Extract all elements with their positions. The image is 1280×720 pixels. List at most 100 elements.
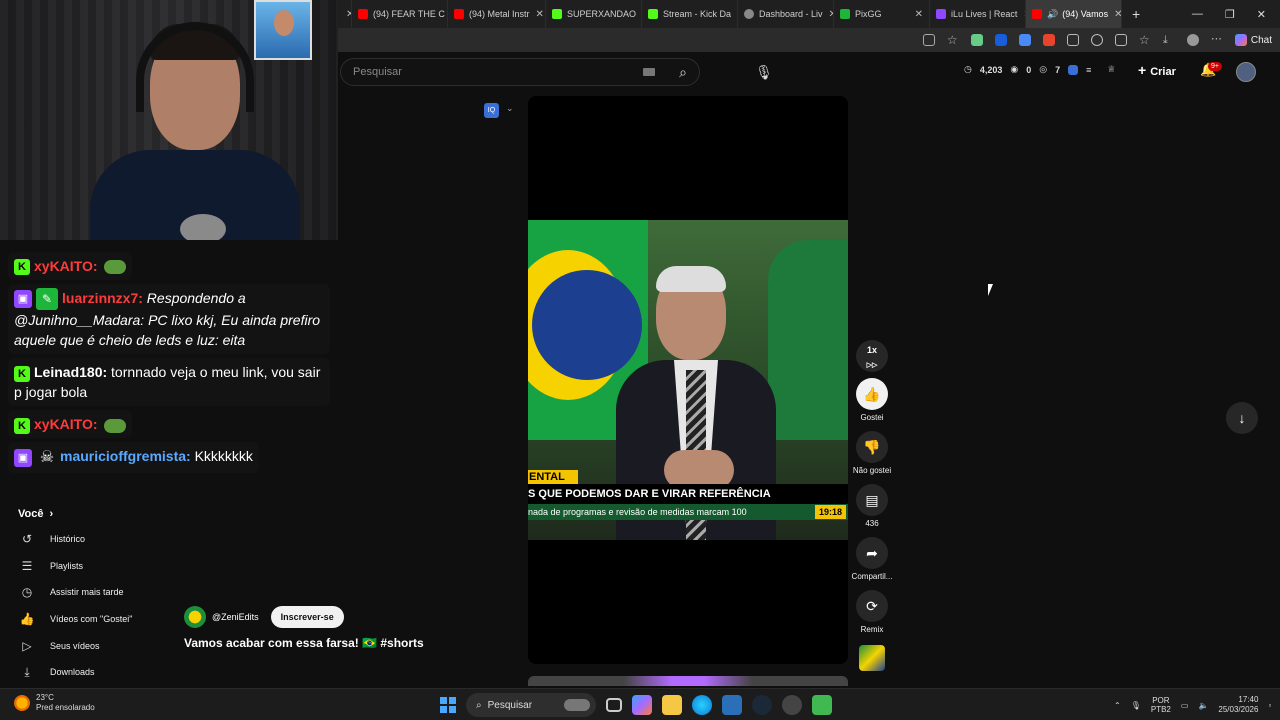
sound-thumbnail[interactable] (859, 645, 885, 671)
network-icon[interactable]: ▭ (1181, 701, 1189, 710)
system-tray: ⌃ 🎙 POR PTB2 ▭ 🔈 17:40 25/03/2026 ▫ (1114, 695, 1271, 715)
channel-avatar[interactable] (184, 606, 206, 628)
minimize-icon[interactable]: — (1192, 8, 1203, 21)
sidebar-item-liked[interactable]: 👍 Vídeos com "Gostei" (0, 606, 180, 633)
pepe-emote-icon (103, 418, 126, 433)
close-icon[interactable]: ✕ (909, 9, 923, 20)
channel-name[interactable]: @ZeniEdits (212, 612, 259, 622)
browser-tab-active[interactable]: 🔊 (94) Vamos ✕ (1026, 0, 1122, 28)
chat-message: KxyKAITO: (8, 410, 132, 439)
app-icon[interactable] (812, 695, 832, 715)
close-icon[interactable]: ✕ (530, 9, 544, 20)
weather-widget[interactable]: 23°C Pred ensolarado (14, 693, 95, 713)
next-short-preview[interactable] (528, 676, 848, 686)
create-button[interactable]: + Criar (1138, 62, 1176, 78)
account-avatar[interactable] (1236, 62, 1256, 82)
browser-tab[interactable]: Dashboard - Liv✕ (738, 0, 834, 28)
search-box[interactable]: Pesquisar ⌕ (340, 58, 700, 86)
voice-search-icon[interactable]: 🎙 (752, 60, 776, 84)
chevron-down-icon[interactable]: ⌄ (506, 103, 514, 114)
close-icon[interactable]: ✕ (823, 9, 833, 20)
wall-poster (254, 0, 312, 60)
browser-tab[interactable]: (94) FEAR THE C✕ (352, 0, 448, 28)
stream-chat-overlay: KxyKAITO: ▣ ✎ luarzinnzx7: Respondendo a @… (8, 252, 338, 477)
close-icon[interactable]: ✕ (1017, 9, 1025, 20)
restore-icon[interactable]: ❐ (1225, 8, 1235, 21)
puzzle-icon[interactable] (1066, 34, 1079, 46)
dislike-button[interactable]: 👎 (856, 431, 888, 463)
split-icon[interactable] (1114, 34, 1127, 46)
subscribe-button[interactable]: Inscrever-se (270, 606, 344, 628)
screen-share-icon[interactable] (922, 34, 935, 46)
like-icon: 👍 (19, 612, 35, 627)
star-icon[interactable]: ☆ (947, 34, 959, 46)
brazil-flag-right (768, 240, 848, 440)
close-icon[interactable]: ✕ (1108, 9, 1121, 20)
photos-icon[interactable] (722, 695, 742, 715)
like-label: Gostei (860, 413, 884, 422)
bitwarden-icon[interactable] (994, 34, 1007, 46)
close-window-icon[interactable]: ✕ (1257, 8, 1266, 21)
volume-icon[interactable]: 🔈 (1198, 701, 1208, 710)
remix-button[interactable]: ⟳ (856, 590, 888, 622)
speaker-icon: 🔊 (1047, 8, 1059, 19)
file-explorer-icon[interactable] (662, 695, 682, 715)
office-icon[interactable] (1042, 34, 1055, 46)
twitch-icon: ▣ (14, 290, 32, 309)
mic-tray-icon[interactable]: 🎙 (1131, 701, 1141, 710)
sidebar-item-watch-later[interactable]: ◷ Assistir mais tarde (0, 579, 180, 606)
task-view-icon[interactable] (606, 698, 622, 712)
language-indicator[interactable]: POR PTB2 (1151, 696, 1171, 714)
chevron-up-icon[interactable]: ⌃ (1114, 701, 1121, 710)
steam-icon[interactable] (752, 695, 772, 715)
sidebar-item-your-videos[interactable]: ▷ Seus vídeos (0, 632, 180, 659)
windows-start-icon[interactable] (440, 697, 456, 713)
sidebar-item-history[interactable]: ↺ Histórico (0, 526, 180, 553)
notification-center-icon[interactable]: ▫ (1268, 701, 1271, 710)
edge-icon[interactable] (692, 695, 712, 715)
close-icon[interactable]: ✕ (731, 9, 737, 20)
playback-speed-button[interactable]: 1x ▷▷ (856, 340, 888, 372)
shorts-video-player[interactable]: ENTAL S QUE PODEMOS DAR E VIRAR REFERÊNC… (528, 96, 848, 664)
iq-icon[interactable] (1068, 64, 1079, 75)
downloads-icon[interactable]: ⤓ (1163, 34, 1175, 46)
list-icon[interactable]: ≡ (1086, 65, 1091, 75)
extensions-icon[interactable] (1090, 34, 1103, 46)
sidebar-you-header[interactable]: Você › (0, 508, 180, 520)
video-title[interactable]: Vamos acabar com essa farsa! 🇧🇷 #shorts (184, 636, 424, 650)
trophy-icon[interactable]: ♕ (1107, 64, 1115, 75)
copilot-chat-button[interactable]: Chat (1234, 34, 1272, 46)
chat-message: KxyKAITO: (8, 252, 132, 280)
favorites-icon[interactable]: ☆ (1139, 34, 1151, 46)
copilot-icon[interactable] (632, 695, 652, 715)
tab-close-partial[interactable]: ✕ (338, 0, 352, 28)
download-icon: ⤓ (24, 664, 30, 679)
browser-tab[interactable]: Stream - Kick Da✕ (642, 0, 738, 28)
search-icon[interactable]: ⌕ (679, 64, 687, 81)
browser-tab[interactable]: PixGG ✕ (834, 0, 930, 28)
share-button[interactable]: ➦ (856, 537, 888, 569)
new-tab-button[interactable]: + (1122, 6, 1150, 22)
sidebar-item-downloads[interactable]: ⤓ Downloads (0, 659, 180, 686)
clock-display[interactable]: 17:40 25/03/2026 (1218, 695, 1258, 715)
extension-icon[interactable] (970, 34, 983, 46)
kick-icon: K (14, 365, 30, 382)
sidebar-item-playlists[interactable]: ☰ Playlists (0, 553, 180, 580)
comments-count: 436 (865, 519, 879, 528)
browser-toolbar: ☆ ☆ ⤓ ⋯ Chat (338, 28, 1280, 52)
settings-icon[interactable] (782, 695, 802, 715)
search-input[interactable]: Pesquisar (353, 66, 402, 78)
keyboard-icon[interactable] (643, 68, 655, 76)
browser-tab[interactable]: (94) Metal Instr ✕ (448, 0, 546, 28)
translate-icon[interactable] (1018, 34, 1031, 46)
browser-tab[interactable]: SUPERXANDAO✕ (546, 0, 642, 28)
kick-icon (648, 9, 658, 19)
next-video-button[interactable]: ↓ (1226, 402, 1258, 434)
taskbar-search[interactable]: ⌕ Pesquisar (466, 693, 596, 717)
profile-icon[interactable] (1186, 34, 1199, 46)
browser-tab[interactable]: iLu Lives | React✕ (930, 0, 1026, 28)
iq-extension-icon[interactable]: IQ (484, 103, 499, 118)
like-button[interactable]: 👍 (856, 378, 888, 410)
comments-button[interactable]: ▤ (856, 484, 888, 516)
more-icon[interactable]: ⋯ (1211, 34, 1223, 46)
